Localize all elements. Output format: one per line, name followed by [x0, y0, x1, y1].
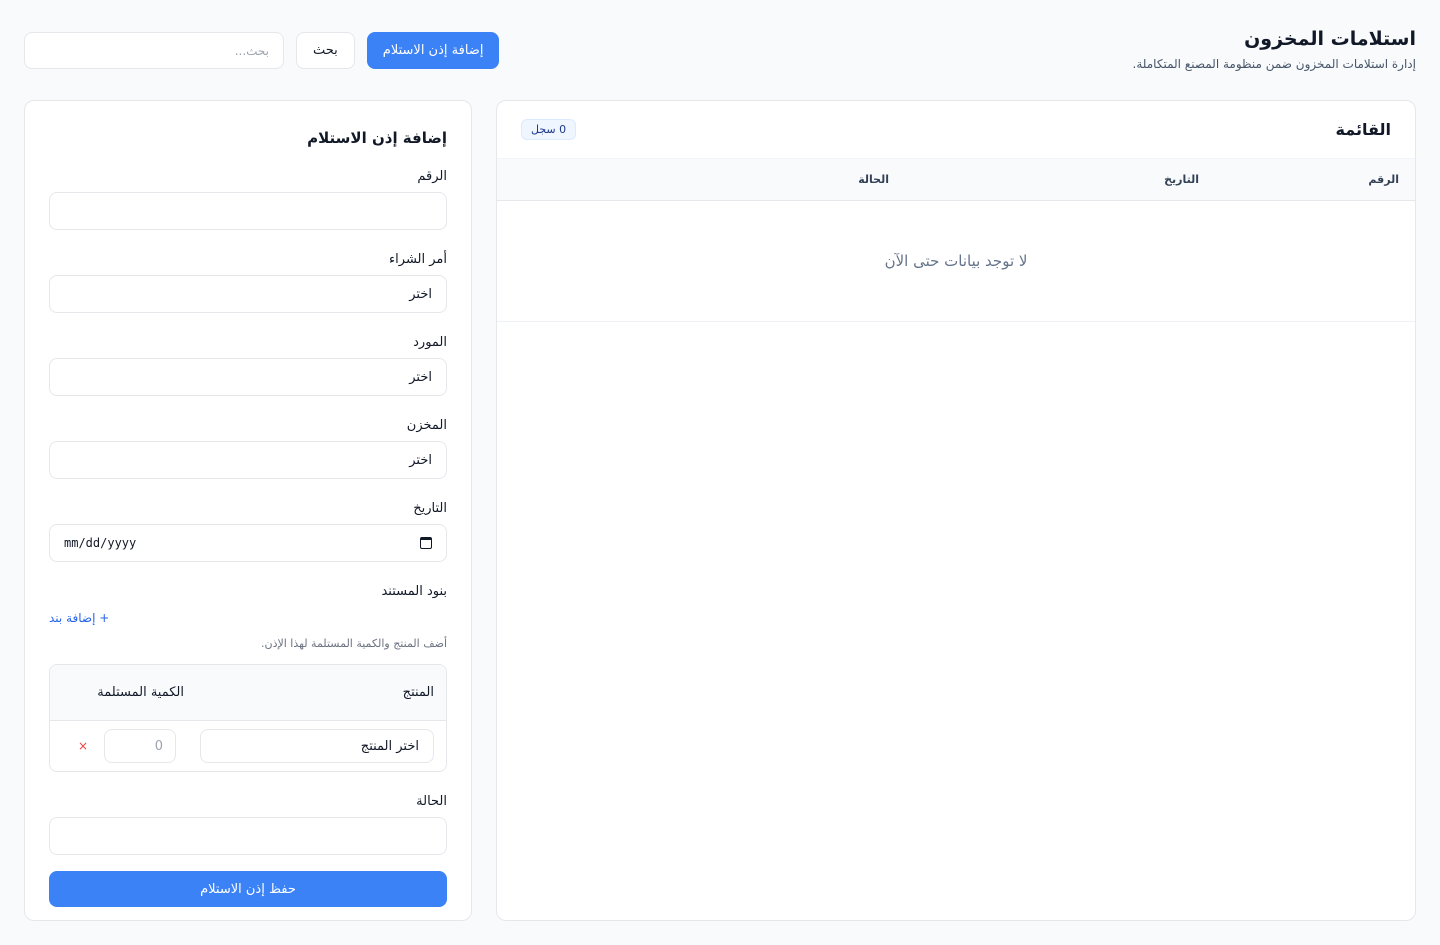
page-subtitle: إدارة استلامات المخزون ضمن منظومة المصنع… [1132, 57, 1416, 71]
number-field-group: الرقم [49, 169, 447, 230]
list-title: القائمة [1335, 120, 1391, 139]
list-header: القائمة 0 سجل [497, 101, 1415, 158]
title-block: استلامات المخزون إدارة استلامات المخزون … [1133, 26, 1416, 71]
warehouse-field-group: المخزن اختر [49, 418, 447, 479]
page-header: استلامات المخزون إدارة استلامات المخزون … [24, 24, 1416, 76]
date-input[interactable]: mm/dd/yyyy [49, 524, 447, 562]
count-badge: 0 سجل [521, 119, 577, 140]
warehouse-value: اختر [409, 452, 432, 468]
remove-item-icon[interactable]: × [62, 739, 104, 753]
items-hint: أضف المنتج والكمية المستلمة لهذا الإذن. [261, 637, 447, 650]
search-input[interactable] [24, 32, 284, 69]
item-product-value: اختر المنتج [360, 738, 419, 754]
purchase-order-value: اختر [409, 286, 432, 302]
column-header-number[interactable]: الرقم [1215, 158, 1415, 201]
item-row: اختر المنتج × [50, 721, 446, 771]
purchase-order-label: أمر الشراء [389, 252, 447, 267]
date-value: mm/dd/yyyy [64, 536, 137, 550]
supplier-field-group: المورد اختر [49, 335, 447, 396]
search-button[interactable]: بحث [296, 32, 355, 69]
items-table: المنتج الكمية المستلمة اختر المنتج × [49, 664, 447, 772]
add-receipt-form: إضافة إذن الاستلام الرقم أمر الشراء اختر… [24, 100, 472, 921]
status-field-group: الحالة [49, 794, 447, 855]
table-header-row: الرقم التاريخ الحالة [497, 158, 1415, 201]
column-header-status[interactable]: الحالة [497, 158, 905, 201]
status-label: الحالة [416, 794, 447, 809]
empty-row: لا توجد بيانات حتى الآن [497, 200, 1415, 322]
purchase-order-select[interactable]: اختر [49, 275, 447, 313]
add-receipt-button[interactable]: إضافة إذن الاستلام [366, 32, 500, 69]
supplier-select[interactable]: اختر [49, 358, 447, 396]
form-title: إضافة إذن الاستلام [307, 129, 447, 147]
purchase-order-field-group: أمر الشراء اختر [49, 252, 447, 313]
supplier-label: المورد [413, 335, 447, 350]
page-title: استلامات المخزون [1244, 28, 1416, 50]
items-label: بنود المستند [381, 584, 447, 599]
items-header-row: المنتج الكمية المستلمة [50, 665, 446, 721]
supplier-value: اختر [409, 369, 432, 385]
number-input[interactable] [49, 192, 447, 230]
empty-message: لا توجد بيانات حتى الآن [497, 200, 1415, 322]
warehouse-label: المخزن [406, 418, 447, 433]
receipts-table: الرقم التاريخ الحالة لا توجد بيانات حتى … [497, 158, 1415, 322]
date-field-group: التاريخ mm/dd/yyyy [49, 501, 447, 562]
column-header-date[interactable]: التاريخ [905, 158, 1215, 201]
list-card: القائمة 0 سجل الرقم التاريخ الحالة لا تو… [496, 100, 1416, 921]
add-item-link[interactable]: + إضافة بند [49, 611, 109, 625]
item-product-select[interactable]: اختر المنتج [200, 729, 434, 763]
item-qty-input[interactable] [104, 729, 176, 763]
status-input[interactable] [49, 817, 447, 855]
warehouse-select[interactable]: اختر [49, 441, 447, 479]
date-label: التاريخ [413, 501, 447, 516]
save-receipt-button[interactable]: حفظ إذن الاستلام [49, 871, 447, 907]
number-label: الرقم [417, 169, 447, 184]
header-actions: بحث إضافة إذن الاستلام [24, 32, 500, 69]
items-column-qty: الكمية المستلمة [97, 684, 184, 700]
items-column-product: المنتج [402, 685, 434, 700]
calendar-icon[interactable] [420, 537, 432, 549]
